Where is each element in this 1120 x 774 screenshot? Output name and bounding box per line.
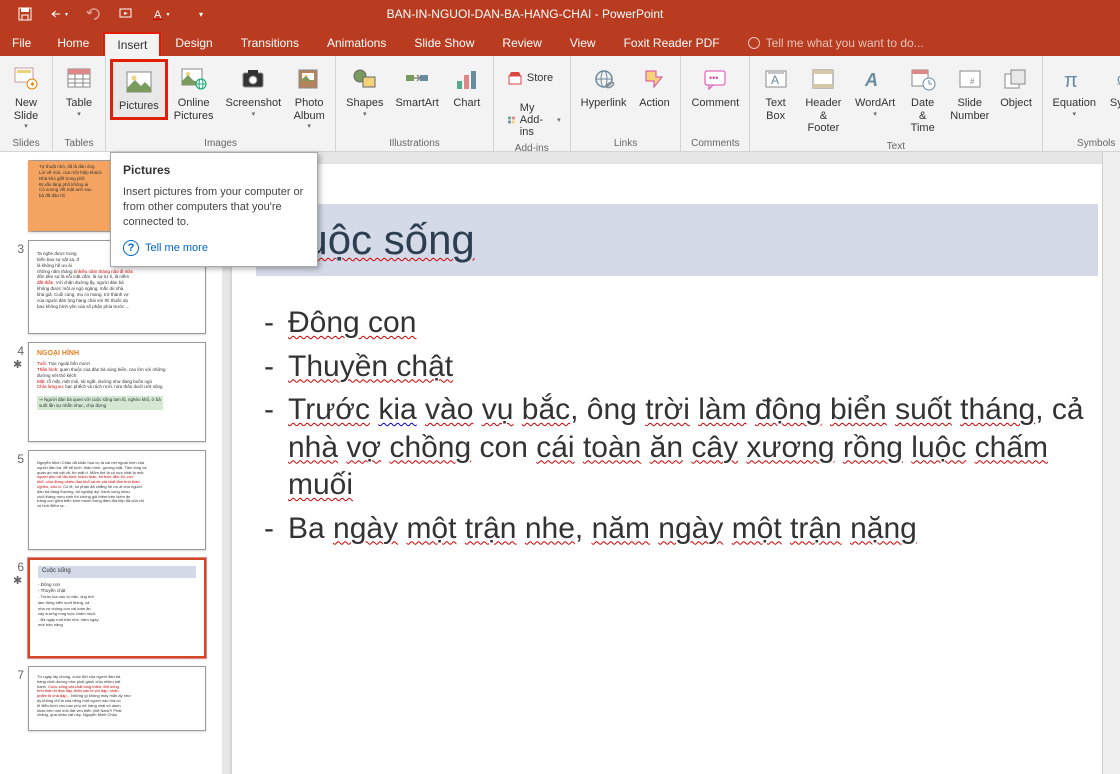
wordart-button[interactable]: A WordArt ▾ xyxy=(850,59,901,122)
tooltip-title: Pictures xyxy=(123,163,305,177)
ribbon: ✦ New Slide ▾ Slides Table ▾ Tables Pict… xyxy=(0,56,1120,152)
svg-text:✦: ✦ xyxy=(29,80,36,89)
equation-button[interactable]: π Equation ▾ xyxy=(1047,59,1102,122)
font-icon[interactable]: A▾ xyxy=(152,5,170,23)
store-icon xyxy=(507,70,523,86)
hyperlink-icon xyxy=(588,63,620,95)
redo-icon[interactable] xyxy=(84,5,102,23)
tab-slideshow[interactable]: Slide Show xyxy=(400,30,488,56)
header-footer-button[interactable]: Header & Footer xyxy=(797,59,850,139)
shapes-button[interactable]: Shapes ▾ xyxy=(340,59,389,122)
group-illustrations: Shapes ▾ SmartArt Chart Illustrations xyxy=(336,56,494,151)
tab-home[interactable]: Home xyxy=(43,30,103,56)
store-button[interactable]: Store xyxy=(502,67,566,89)
addins-icon xyxy=(507,112,516,128)
animation-star-icon: ✱ xyxy=(13,358,22,371)
photo-album-icon xyxy=(293,63,325,95)
vertical-scrollbar[interactable] xyxy=(1102,152,1120,774)
group-comments: ••• Comment Comments xyxy=(681,56,750,151)
slide-thumb-5[interactable]: 5 Nguyễn Minh Châu đã khắc họa cụ tà cái… xyxy=(8,450,214,550)
svg-text:•••: ••• xyxy=(709,73,718,83)
comment-button[interactable]: ••• Comment xyxy=(685,59,745,114)
group-slides: ✦ New Slide ▾ Slides xyxy=(0,56,53,151)
slide-editor[interactable]: Cuộc sống -Đông con -Thuyền chật -Trước … xyxy=(222,152,1102,774)
qat-customize-icon[interactable]: ▾ xyxy=(192,5,210,23)
title-box[interactable]: Cuộc sống xyxy=(256,204,1098,276)
shapes-icon xyxy=(349,63,381,95)
photo-album-button[interactable]: Photo Album ▾ xyxy=(287,59,331,134)
animation-star-icon: ✱ xyxy=(13,574,22,587)
slide-thumb-6[interactable]: 6 ✱ Cuộc sống - Đông con - Thuyền chật -… xyxy=(8,558,214,658)
smartart-button[interactable]: SmartArt xyxy=(389,59,444,114)
window-title: BAN-IN-NGUOI-DAN-BA-HANG-CHAI - PowerPoi… xyxy=(210,7,840,21)
object-button[interactable]: Object xyxy=(995,59,1038,114)
equation-icon: π xyxy=(1058,63,1090,95)
chart-icon xyxy=(451,63,483,95)
slide-number-icon: # xyxy=(954,63,986,95)
symbol-button[interactable]: Ω Symb xyxy=(1102,59,1120,114)
help-icon: ? xyxy=(123,240,139,256)
tooltip-body: Insert pictures from your computer or fr… xyxy=(123,185,305,230)
comment-icon: ••• xyxy=(699,63,731,95)
slide-thumb-4[interactable]: 4 ✱ NGOẠI HÌNH Tuổi: Trạc ngoài bốn mươi… xyxy=(8,342,214,442)
online-pictures-button[interactable]: Online Pictures xyxy=(168,59,220,126)
tab-view[interactable]: View xyxy=(556,30,610,56)
group-addins: Store My Add-ins▾ Add-ins xyxy=(494,56,571,151)
undo-icon[interactable]: ▾ xyxy=(50,5,68,23)
pictures-button[interactable]: Pictures xyxy=(110,59,168,120)
group-tables: Table ▾ Tables xyxy=(53,56,106,151)
text-box-button[interactable]: A Text Box xyxy=(754,59,797,126)
new-slide-icon: ✦ xyxy=(10,63,42,95)
svg-text:A: A xyxy=(771,73,779,87)
group-text: A Text Box Header & Footer A WordArt ▾ D… xyxy=(750,56,1042,151)
slide-thumb-7[interactable]: 7 Từ ngày lấy chồng, cuộc đời của người … xyxy=(8,666,214,731)
slide-canvas[interactable]: Cuộc sống -Đông con -Thuyền chật -Trước … xyxy=(232,164,1102,774)
action-icon xyxy=(638,63,670,95)
tab-design[interactable]: Design xyxy=(161,30,226,56)
tab-foxit[interactable]: Foxit Reader PDF xyxy=(610,30,734,56)
symbol-icon: Ω xyxy=(1108,63,1120,95)
tooltip-tell-me-more[interactable]: ? Tell me more xyxy=(123,240,305,256)
object-icon xyxy=(1000,63,1032,95)
my-addins-button[interactable]: My Add-ins▾ xyxy=(502,99,566,141)
quick-access-toolbar: ▾ A▾ ▾ xyxy=(0,5,210,23)
menu-bar: File Home Insert Design Transitions Anim… xyxy=(0,28,1120,56)
table-button[interactable]: Table ▾ xyxy=(57,59,101,122)
header-footer-icon xyxy=(807,63,839,95)
new-slide-button[interactable]: ✦ New Slide ▾ xyxy=(4,59,48,134)
tab-review[interactable]: Review xyxy=(488,30,555,56)
hyperlink-button[interactable]: Hyperlink xyxy=(575,59,633,114)
smartart-icon xyxy=(401,63,433,95)
date-time-button[interactable]: Date & Time xyxy=(900,59,944,139)
action-button[interactable]: Action xyxy=(632,59,676,114)
svg-text:#: # xyxy=(970,77,975,86)
tab-insert[interactable]: Insert xyxy=(103,32,161,56)
slide-number-button[interactable]: # Slide Number xyxy=(945,59,995,126)
svg-text:π: π xyxy=(1064,70,1078,91)
wordart-icon: A xyxy=(859,63,891,95)
group-images: Pictures Online Pictures Screenshot ▾ Ph… xyxy=(106,56,336,151)
title-bar: ▾ A▾ ▾ BAN-IN-NGUOI-DAN-BA-HANG-CHAI - P… xyxy=(0,0,1120,28)
text-box-icon: A xyxy=(760,63,792,95)
chart-button[interactable]: Chart xyxy=(445,59,489,114)
body-text[interactable]: -Đông con -Thuyền chật -Trước kia vào vụ… xyxy=(256,304,1098,547)
start-from-beginning-icon[interactable] xyxy=(118,5,136,23)
tab-transitions[interactable]: Transitions xyxy=(227,30,313,56)
pictures-tooltip: Pictures Insert pictures from your compu… xyxy=(110,152,318,267)
group-symbols: π Equation ▾ Ω Symb Symbols xyxy=(1043,56,1120,151)
online-pictures-icon xyxy=(178,63,210,95)
date-time-icon xyxy=(907,63,939,95)
bulb-icon xyxy=(748,37,760,49)
save-icon[interactable] xyxy=(16,5,34,23)
svg-text:A: A xyxy=(864,70,878,90)
group-links: Hyperlink Action Links xyxy=(571,56,682,151)
slide-title: Cuộc sống xyxy=(274,216,1080,264)
tell-me-search[interactable]: Tell me what you want to do... xyxy=(734,30,938,56)
screenshot-button[interactable]: Screenshot ▾ xyxy=(220,59,288,122)
table-icon xyxy=(63,63,95,95)
tab-animations[interactable]: Animations xyxy=(313,30,400,56)
tab-file[interactable]: File xyxy=(0,30,43,56)
screenshot-icon xyxy=(237,63,269,95)
pictures-icon xyxy=(123,66,155,98)
